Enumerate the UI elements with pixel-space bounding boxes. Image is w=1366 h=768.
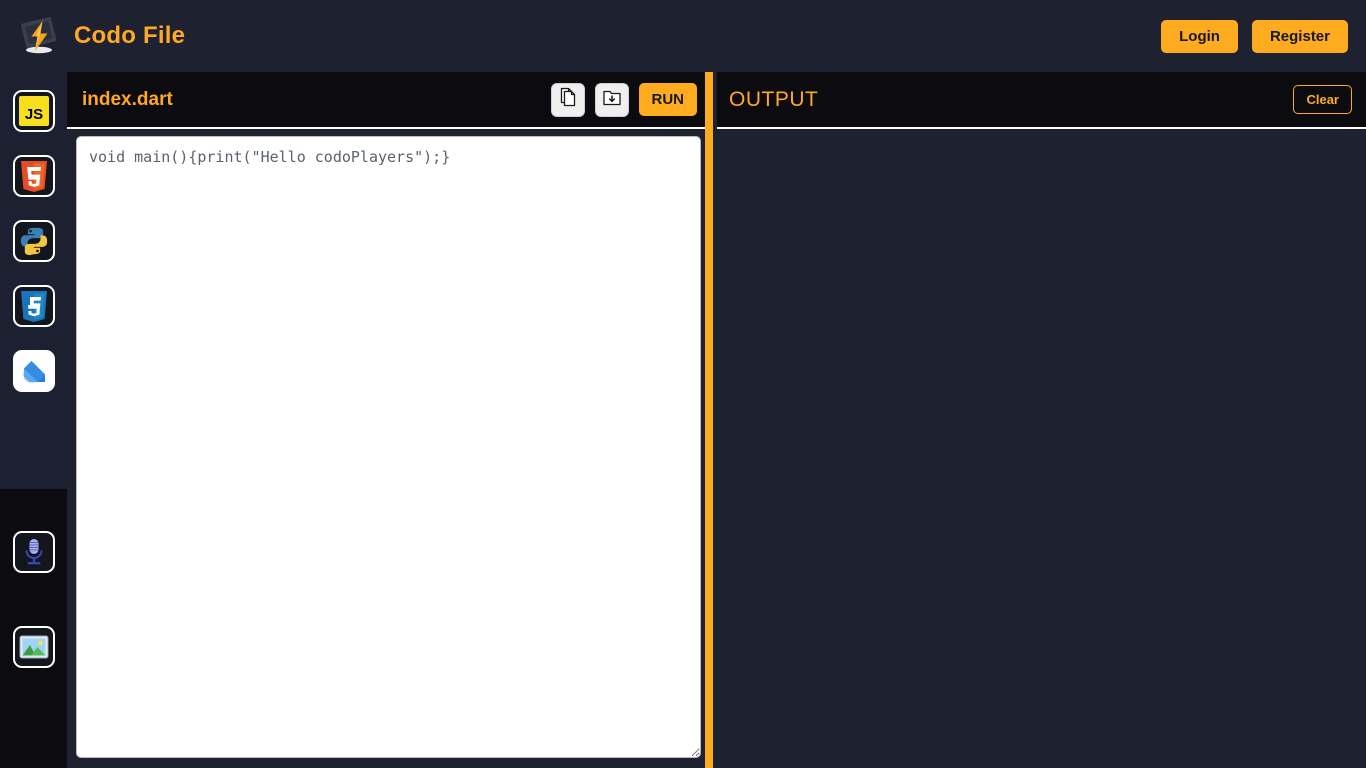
output-pane: OUTPUT Clear: [717, 72, 1366, 768]
sidebar-item-html5[interactable]: [12, 155, 55, 197]
sidebar-language-section: JS: [0, 72, 67, 489]
login-button[interactable]: Login: [1161, 19, 1238, 53]
microphone-icon: [20, 537, 48, 567]
sidebar-item-javascript[interactable]: JS: [12, 90, 55, 132]
dart-icon: [18, 355, 50, 387]
output-title: OUTPUT: [729, 87, 819, 111]
top-navbar: Codo File Login Register: [0, 0, 1366, 72]
sidebar-item-microphone[interactable]: [12, 531, 55, 573]
nav-actions: Login Register: [1161, 19, 1348, 53]
editor-toolbar: RUN: [550, 82, 697, 117]
copy-button[interactable]: [550, 82, 585, 117]
editor-filename: index.dart: [82, 88, 173, 110]
python-icon: [19, 226, 49, 256]
sidebar-item-image[interactable]: [12, 626, 55, 668]
save-to-folder-icon: [602, 87, 622, 112]
editor-titlebar: index.dart RUN: [67, 72, 705, 129]
svg-text:JS: JS: [24, 106, 42, 123]
register-button[interactable]: Register: [1251, 19, 1348, 53]
image-icon: [19, 634, 49, 660]
javascript-icon: JS: [18, 95, 50, 127]
sidebar-tools-section: [0, 489, 67, 768]
output-titlebar: OUTPUT Clear: [717, 72, 1366, 129]
html5-icon: [19, 160, 49, 192]
clear-button[interactable]: Clear: [1293, 85, 1352, 114]
brand-title: Codo File: [74, 22, 186, 49]
run-button[interactable]: RUN: [638, 83, 697, 116]
output-console: [717, 129, 1366, 768]
css3-icon: [19, 290, 49, 322]
save-button[interactable]: [594, 82, 629, 117]
sidebar-item-python[interactable]: [12, 220, 55, 262]
code-editor-input[interactable]: [76, 136, 701, 758]
editor-pane: index.dart RUN void main(){print("Hello …: [67, 72, 705, 768]
brand: Codo File: [18, 15, 185, 57]
sidebar-item-css3[interactable]: [12, 285, 55, 327]
code-area-wrapper: [67, 129, 705, 758]
copy-icon: [558, 87, 578, 112]
lightning-bolt-logo-icon: [18, 15, 60, 57]
left-sidebar: JS: [0, 72, 67, 768]
pane-divider[interactable]: [705, 72, 713, 768]
sidebar-item-dart[interactable]: [12, 350, 55, 392]
